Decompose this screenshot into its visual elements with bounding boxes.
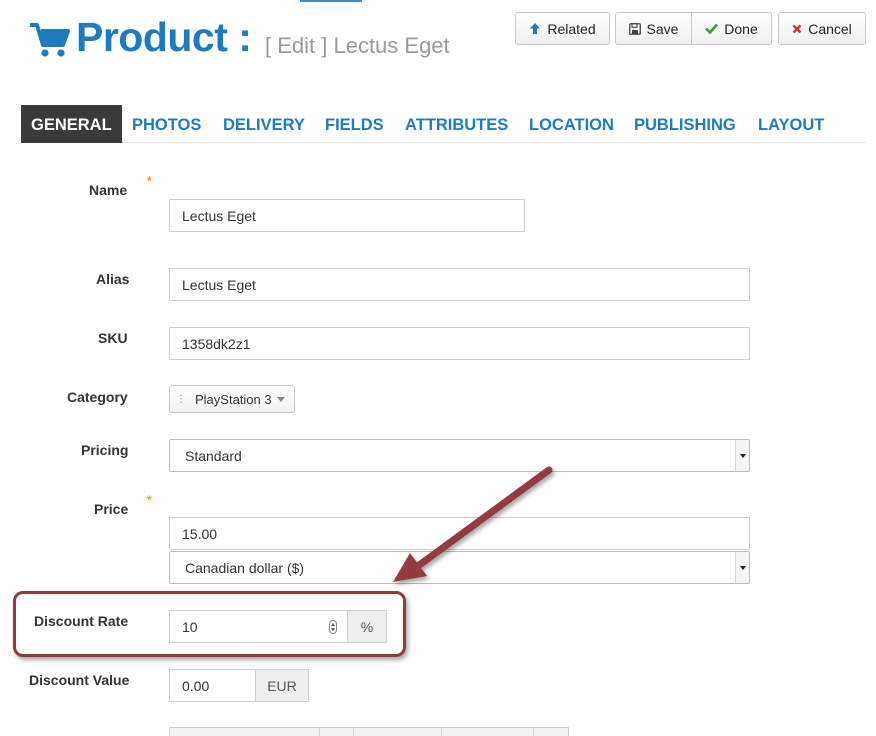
price-field[interactable]: 15.00 (169, 517, 750, 550)
page-header: Product : [ Edit ] Lectus Eget Related S… (0, 0, 876, 90)
name-required-mark: * (147, 174, 152, 188)
drag-handle-icon: ⋮ (176, 393, 186, 405)
cancel-button[interactable]: Cancel (778, 12, 866, 45)
sku-label: SKU (98, 330, 128, 346)
save-button[interactable]: Save (615, 12, 692, 45)
related-button[interactable]: Related (515, 12, 610, 45)
currency-value: Canadian dollar ($) (185, 559, 305, 576)
pricing-select[interactable]: Standard (169, 439, 750, 472)
caret-down-icon (277, 397, 285, 402)
cancel-button-label: Cancel (808, 20, 852, 37)
shopping-cart-icon (30, 23, 70, 57)
done-button[interactable]: Done (691, 12, 772, 45)
floppy-disk-icon (628, 22, 641, 35)
chevron-down-icon (735, 552, 749, 583)
category-label: Category (67, 389, 128, 405)
discount-value-field[interactable]: 0.00 (169, 669, 256, 702)
sku-field[interactable]: 1358dk2z1 (169, 327, 750, 360)
arrow-up-icon (530, 23, 541, 34)
tab-general[interactable]: GENERAL (21, 105, 122, 143)
done-button-label: Done (724, 20, 758, 37)
discount-value-label: Discount Value (29, 672, 130, 688)
chevron-down-icon (735, 440, 749, 471)
alias-field[interactable]: Lectus Eget (169, 268, 750, 301)
tab-delivery[interactable]: DELIVERY (223, 105, 305, 143)
tab-layout[interactable]: LAYOUT (758, 105, 824, 143)
tab-location[interactable]: LOCATION (529, 105, 614, 143)
alias-label: Alias (96, 271, 130, 287)
annotation-highlight-box (13, 591, 406, 657)
editor-toolbar (169, 727, 569, 736)
name-label: Name (89, 182, 128, 198)
tab-attributes[interactable]: ATTRIBUTES (405, 105, 508, 143)
pricing-label: Pricing (81, 442, 129, 458)
x-icon (792, 24, 802, 33)
related-button-label: Related (547, 20, 596, 37)
tab-fields[interactable]: FIELDS (325, 105, 384, 143)
checkmark-icon (705, 23, 719, 34)
tab-publishing[interactable]: PUBLISHING (634, 105, 736, 143)
price-label: Price (94, 501, 129, 517)
pricing-value: Standard (185, 447, 242, 464)
page-subtitle: [ Edit ] Lectus Eget (265, 33, 450, 58)
page-title: Product : (76, 14, 252, 60)
category-value: PlayStation 3 (195, 391, 272, 407)
save-button-label: Save (646, 20, 679, 37)
currency-select[interactable]: Canadian dollar ($) (169, 551, 750, 584)
discount-value-unit: EUR (255, 669, 309, 702)
category-select[interactable]: ⋮ PlayStation 3 (169, 385, 295, 413)
tab-photos[interactable]: PHOTOS (132, 105, 201, 143)
price-required-mark: * (147, 493, 152, 507)
name-field[interactable]: Lectus Eget (169, 199, 525, 232)
tab-bar: GENERAL PHOTOS DELIVERY FIELDS ATTRIBUTE… (21, 105, 866, 143)
